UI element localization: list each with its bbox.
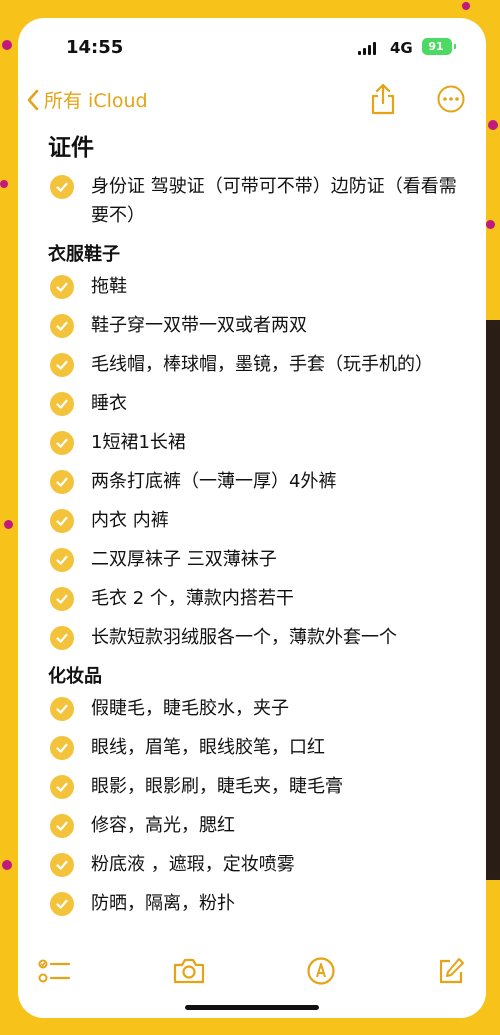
background-dot (0, 180, 8, 188)
checklist-item-text: 两条打底裤（一薄一厚）4外裤 (91, 471, 337, 492)
back-label: 所有 iCloud (44, 90, 148, 112)
checklist-item: 身份证 驾驶证（可带可不带）边防证（看看需要不） (48, 172, 468, 230)
checklist-item-text: 毛线帽，棒球帽，墨镜，手套（玩手机的） (91, 354, 433, 375)
checklist-item-text: 长款短款羽绒服各一个，薄款外套一个 (91, 627, 397, 648)
checkmark-icon[interactable] (50, 175, 74, 199)
checklist-item-text: 粉底液 ，遮瑕，定妆喷雾 (91, 854, 295, 875)
status-bar: 14:55 4G 91 (18, 18, 486, 78)
compose-button[interactable] (436, 956, 466, 990)
checklist-item-text: 毛衣 2 个，薄款内搭若干 (91, 588, 294, 609)
checklist-item-text: 内衣 内裤 (91, 510, 169, 531)
checklist-item-text: 鞋子穿一双带一双或者两双 (91, 315, 307, 336)
checklist-item: 二双厚袜子 三双薄袜子 (48, 545, 468, 574)
checklist-item-text: 防晒，隔离，粉扑 (91, 893, 235, 914)
share-icon (371, 83, 395, 115)
camera-button[interactable] (172, 956, 206, 990)
checklist-item: 两条打底裤（一薄一厚）4外裤 (48, 467, 468, 496)
checklist-item-text: 二双厚袜子 三双薄袜子 (91, 549, 277, 570)
checklist-item: 假睫毛，睫毛胶水，夹子 (48, 694, 468, 723)
checklist-item: 修容，高光，腮红 (48, 811, 468, 840)
checklist-item: 眼线，眉笔，眼线胶笔，口红 (48, 733, 468, 762)
note-title: 证件 (48, 135, 94, 161)
compose-icon (439, 958, 464, 984)
checklist-item-text: 眼线，眉笔，眼线胶笔，口红 (91, 737, 325, 758)
network-type: 4G (390, 39, 413, 57)
checklist-item: 1短裙1长裙 (48, 428, 468, 457)
note-sections: 衣服鞋子拖鞋鞋子穿一双带一双或者两双毛线帽，棒球帽，墨镜，手套（玩手机的） 睡衣 1… (48, 240, 468, 918)
checklist-item-text: 1短裙1长裙 (91, 432, 186, 453)
checklist-item: 粉底液 ，遮瑕，定妆喷雾 (48, 850, 468, 879)
checklist-item: 眼影，眼影刷，睫毛夹，睫毛膏 (48, 772, 468, 801)
checkmark-icon[interactable] (50, 275, 74, 299)
checkmark-icon[interactable] (50, 892, 74, 916)
checklist-item: 长款短款羽绒服各一个，薄款外套一个 (48, 623, 468, 652)
home-indicator (185, 1005, 319, 1010)
checklist-item: 拖鞋 (48, 272, 468, 301)
note-content[interactable]: 证件 身份证 驾驶证（可带可不带）边防证（看看需要不） 衣服鞋子拖鞋鞋子穿一双带… (48, 126, 468, 928)
checkmark-icon[interactable] (50, 353, 74, 377)
checklist-item-text: 修容，高光，腮红 (91, 815, 235, 836)
section-heading: 衣服鞋子 (48, 244, 120, 265)
checklist-item: 毛衣 2 个，薄款内搭若干 (48, 584, 468, 613)
title-checklist: 身份证 驾驶证（可带可不带）边防证（看看需要不） (48, 172, 468, 230)
background-dot (2, 860, 12, 870)
phone-screen: 14:55 4G 91 所有 iCloud 证件 身份证 驾驶证（可带可不带）边… (18, 18, 486, 1018)
checkmark-icon[interactable] (50, 548, 74, 572)
checkmark-icon[interactable] (50, 392, 74, 416)
checklist-item-text: 身份证 驾驶证（可带可不带）边防证（看看需要不） (91, 176, 457, 226)
checklist-item: 防晒，隔离，粉扑 (48, 889, 468, 918)
checkmark-icon[interactable] (50, 814, 74, 838)
checkmark-icon[interactable] (50, 626, 74, 650)
bottom-toolbar (18, 946, 486, 1018)
chevron-left-icon (27, 89, 39, 110)
checkmark-icon[interactable] (50, 431, 74, 455)
camera-icon (173, 958, 205, 984)
checklist-item: 毛线帽，棒球帽，墨镜，手套（玩手机的） (48, 350, 468, 379)
checkmark-icon[interactable] (50, 314, 74, 338)
background-dot (2, 40, 12, 50)
more-icon (437, 85, 465, 113)
checklist-item-text: 眼影，眼影刷，睫毛夹，睫毛膏 (91, 776, 343, 797)
more-button[interactable] (436, 84, 466, 118)
checkmark-icon[interactable] (50, 775, 74, 799)
checklist-item-text: 假睫毛，睫毛胶水，夹子 (91, 698, 289, 719)
background-dot (486, 220, 495, 229)
section-heading: 化妆品 (48, 666, 102, 687)
status-time: 14:55 (66, 37, 124, 58)
checkmark-icon[interactable] (50, 736, 74, 760)
signal-icon (358, 41, 376, 55)
nav-bar: 所有 iCloud (18, 80, 486, 124)
checklist-button[interactable] (38, 956, 72, 990)
checklist-item: 内衣 内裤 (48, 506, 468, 535)
background-dot (488, 120, 498, 130)
background-dot (4, 520, 13, 529)
checklist-icon (38, 959, 71, 983)
checklist-item: 睡衣 (48, 389, 468, 418)
back-button[interactable]: 所有 iCloud (26, 86, 148, 113)
background-dot (462, 2, 470, 10)
markup-icon (307, 957, 335, 985)
checkmark-icon[interactable] (50, 587, 74, 611)
checklist-item-text: 睡衣 (91, 393, 127, 414)
checkmark-icon[interactable] (50, 853, 74, 877)
markup-button[interactable] (306, 956, 336, 990)
checkmark-icon[interactable] (50, 470, 74, 494)
battery-icon: 91 (422, 38, 456, 55)
checklist-item-text: 拖鞋 (91, 276, 127, 297)
checklist-item: 鞋子穿一双带一双或者两双 (48, 311, 468, 340)
checkmark-icon[interactable] (50, 697, 74, 721)
share-button[interactable] (369, 82, 397, 120)
checkmark-icon[interactable] (50, 509, 74, 533)
